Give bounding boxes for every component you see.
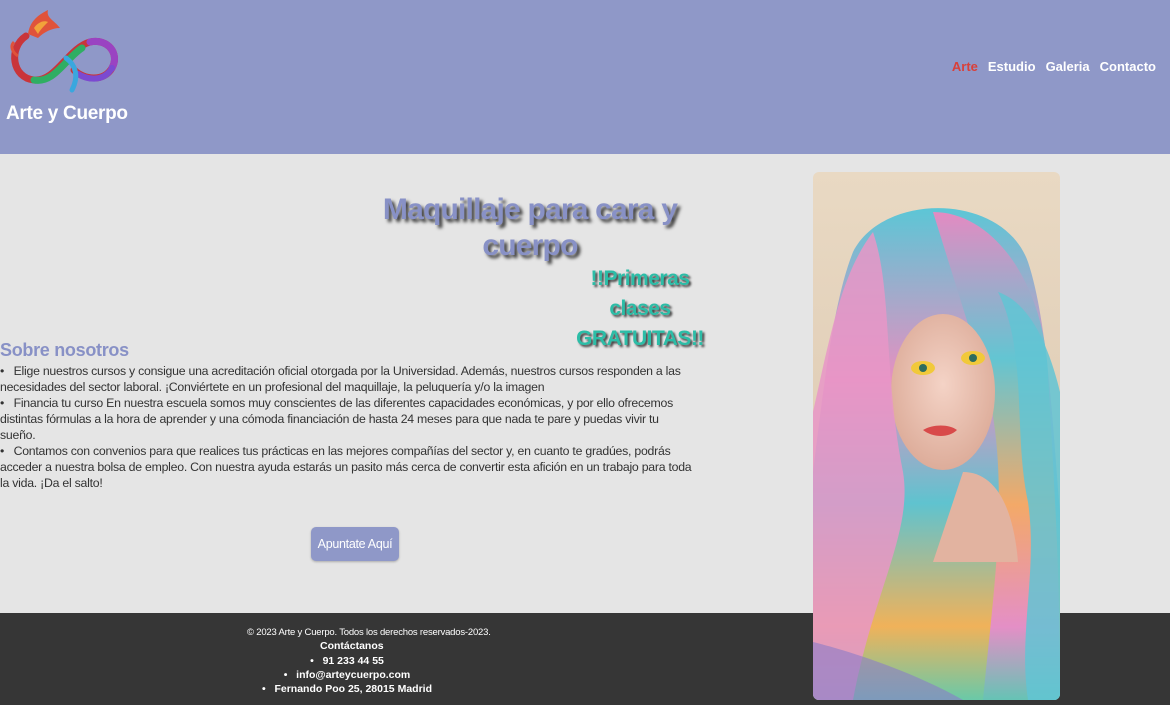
portrait-photo-rainbow-hair	[813, 172, 1060, 700]
contact-email[interactable]: info@arteycuerpo.com	[0, 668, 694, 682]
portrait-image	[813, 172, 1060, 700]
about-title: Sobre nosotros	[0, 340, 129, 360]
about-list: Elige nuestros cursos y consigue una acr…	[0, 363, 695, 491]
site-header: Arte y Cuerpo Arte Estudio Galeria Conta…	[0, 0, 1170, 154]
nav-link-arte[interactable]: Arte	[952, 59, 978, 74]
brand-name[interactable]: Arte y Cuerpo	[6, 103, 128, 125]
hero-title: Maquillaje para cara y cuerpo	[382, 193, 678, 262]
contact-title: Contáctanos	[320, 640, 384, 652]
nav-link-estudio[interactable]: Estudio	[988, 59, 1036, 74]
about-item-financing: Financia tu curso En nuestra escuela som…	[0, 395, 695, 443]
infinity-phoenix-logo[interactable]	[4, 8, 122, 98]
about-item-internships: Contamos con convenios para que realices…	[0, 443, 695, 491]
nav-link-galeria[interactable]: Galeria	[1046, 59, 1090, 74]
about-item-accreditation: Elige nuestros cursos y consigue una acr…	[0, 363, 695, 395]
signup-button[interactable]: Apuntate Aquí	[311, 527, 399, 561]
copyright-text: © 2023 Arte y Cuerpo. Todos los derechos…	[247, 627, 491, 638]
nav-link-contacto[interactable]: Contacto	[1100, 59, 1156, 74]
contact-phone[interactable]: 91 233 44 55	[0, 654, 694, 668]
main-nav: Arte Estudio Galeria Contacto	[952, 59, 1156, 74]
contact-address: Fernando Poo 25, 28015 Madrid	[0, 682, 694, 696]
contact-list: 91 233 44 55 info@arteycuerpo.com Fernan…	[0, 654, 694, 696]
page: Arte y Cuerpo Arte Estudio Galeria Conta…	[0, 0, 1170, 705]
promo-text: !!Primeras clases GRATUITAS!!	[576, 267, 704, 350]
